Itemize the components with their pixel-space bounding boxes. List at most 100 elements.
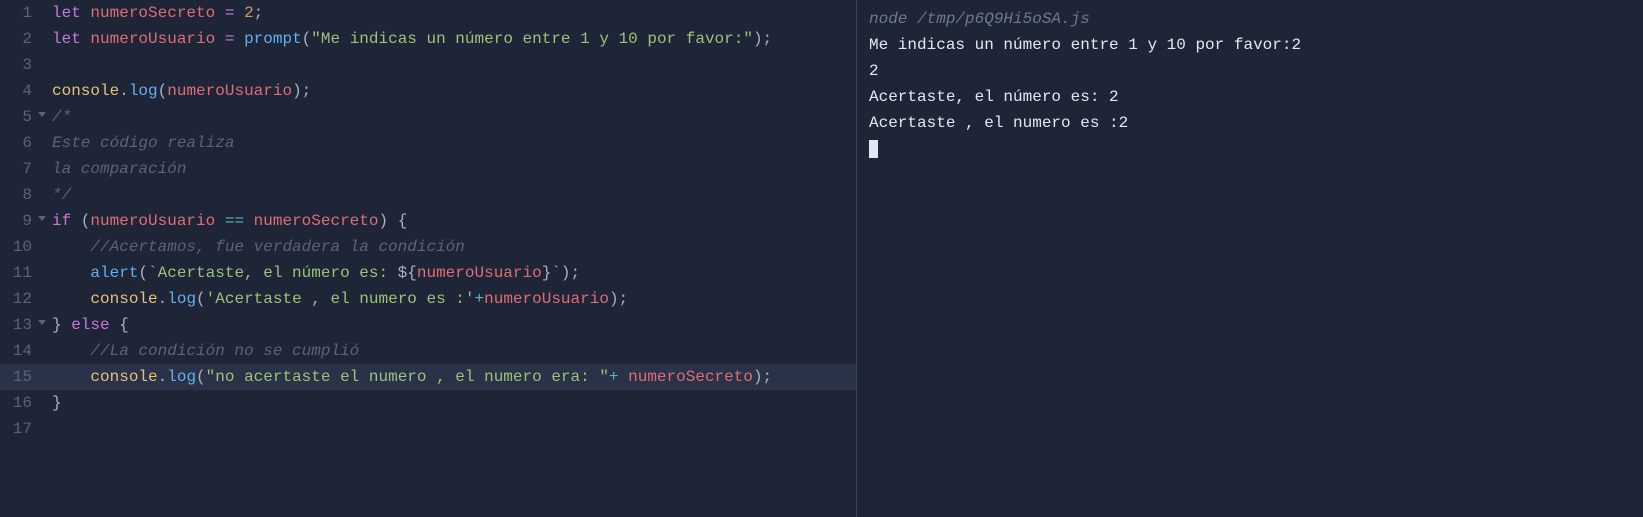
fold-toggle-icon[interactable] (38, 112, 46, 117)
code-token: la comparación (52, 160, 186, 178)
code-token: ${ (398, 264, 417, 282)
code-line[interactable]: 10 //Acertamos, fue verdadera la condici… (0, 234, 856, 260)
code-content[interactable]: let numeroUsuario = prompt("Me indicas u… (38, 26, 772, 52)
code-content[interactable]: console.log(numeroUsuario); (38, 78, 311, 104)
code-token: ); (292, 82, 311, 100)
code-content[interactable]: } (38, 390, 62, 416)
code-token: /* (52, 108, 71, 126)
code-token (52, 290, 90, 308)
console-command: node /tmp/p6Q9Hi5oSA.js (869, 6, 1631, 32)
code-line[interactable]: 11 alert(`Acertaste, el número es: ${num… (0, 260, 856, 286)
console-output-line: Me indicas un número entre 1 y 10 por fa… (869, 32, 1631, 58)
code-token: 'Acertaste , el numero es :' (206, 290, 475, 308)
code-token: ( (71, 212, 90, 230)
code-token: ); (609, 290, 628, 308)
code-content[interactable]: //La condición no se cumplió (38, 338, 359, 364)
code-line[interactable]: 14 //La condición no se cumplió (0, 338, 856, 364)
code-line[interactable]: 2let numeroUsuario = prompt("Me indicas … (0, 26, 856, 52)
code-token (234, 30, 244, 48)
code-token: . (119, 82, 129, 100)
code-content[interactable]: console.log('Acertaste , el numero es :'… (38, 286, 628, 312)
code-line[interactable]: 3 (0, 52, 856, 78)
code-token: ` (551, 264, 561, 282)
code-token: ( (196, 368, 206, 386)
code-line[interactable]: 6Este código realiza (0, 130, 856, 156)
code-token: let (52, 30, 90, 48)
code-token: log (167, 290, 196, 308)
code-line[interactable]: 16} (0, 390, 856, 416)
code-token: numeroUsuario (167, 82, 292, 100)
code-token: } (52, 394, 62, 412)
line-number: 15 (0, 364, 38, 390)
code-token: `Acertaste, el número es: (148, 264, 398, 282)
line-number: 12 (0, 286, 38, 312)
console-cursor-line (869, 136, 1631, 162)
cursor-icon (869, 140, 878, 158)
code-token: numeroSecreto (254, 212, 379, 230)
code-token: ( (138, 264, 148, 282)
code-content[interactable]: /* (38, 104, 71, 130)
code-content[interactable]: alert(`Acertaste, el número es: ${numero… (38, 260, 580, 286)
fold-toggle-icon[interactable] (38, 320, 46, 325)
code-token: alert (90, 264, 138, 282)
code-line[interactable]: 5/* (0, 104, 856, 130)
code-token: console (90, 368, 157, 386)
code-token: = (225, 30, 235, 48)
code-content[interactable]: } else { (38, 312, 129, 338)
code-token: log (129, 82, 158, 100)
code-line[interactable]: 8*/ (0, 182, 856, 208)
code-token: prompt (244, 30, 302, 48)
code-token: . (158, 290, 168, 308)
code-content[interactable]: let numeroSecreto = 2; (38, 0, 263, 26)
code-token: numeroUsuario (90, 212, 215, 230)
console-output-line: 2 (869, 58, 1631, 84)
code-token (52, 264, 90, 282)
code-token (215, 212, 225, 230)
code-token (215, 4, 225, 22)
code-token: 2 (244, 4, 254, 22)
code-token: ( (302, 30, 312, 48)
code-line[interactable]: 4console.log(numeroUsuario); (0, 78, 856, 104)
output-console-pane[interactable]: node /tmp/p6Q9Hi5oSA.js Me indicas un nú… (857, 0, 1643, 517)
line-number: 11 (0, 260, 38, 286)
code-token: numeroUsuario (417, 264, 542, 282)
code-content[interactable]: la comparación (38, 156, 186, 182)
code-token: else (71, 316, 109, 334)
code-editor-pane[interactable]: 1let numeroSecreto = 2;2let numeroUsuari… (0, 0, 857, 517)
line-number: 16 (0, 390, 38, 416)
code-token: ; (254, 4, 264, 22)
code-line[interactable]: 12 console.log('Acertaste , el numero es… (0, 286, 856, 312)
console-output-line: Acertaste , el numero es :2 (869, 110, 1631, 136)
code-content[interactable]: Este código realiza (38, 130, 234, 156)
code-content[interactable]: */ (38, 182, 71, 208)
code-token: ( (196, 290, 206, 308)
code-token: == (225, 212, 244, 230)
line-number: 7 (0, 156, 38, 182)
code-token (52, 238, 90, 256)
code-line[interactable]: 15 console.log("no acertaste el numero ,… (0, 364, 856, 390)
code-line[interactable]: 13} else { (0, 312, 856, 338)
line-number: 17 (0, 416, 38, 442)
code-token: } (542, 264, 552, 282)
code-token: numeroSecreto (90, 4, 215, 22)
code-line[interactable]: 7 la comparación (0, 156, 856, 182)
code-token: */ (52, 186, 71, 204)
code-token: { (110, 316, 129, 334)
code-token: } (52, 316, 71, 334)
line-number: 9 (0, 208, 38, 234)
fold-toggle-icon[interactable] (38, 216, 46, 221)
code-content[interactable]: //Acertamos, fue verdadera la condición (38, 234, 465, 260)
code-token: "Me indicas un número entre 1 y 10 por f… (311, 30, 753, 48)
code-token: numeroSecreto (628, 368, 753, 386)
code-content[interactable]: console.log("no acertaste el numero , el… (38, 364, 772, 390)
code-token (244, 212, 254, 230)
code-token: Este código realiza (52, 134, 234, 152)
code-token: if (52, 212, 71, 230)
code-content[interactable]: if (numeroUsuario == numeroSecreto) { (38, 208, 407, 234)
code-token: log (167, 368, 196, 386)
code-line[interactable]: 9if (numeroUsuario == numeroSecreto) { (0, 208, 856, 234)
code-line[interactable]: 17 (0, 416, 856, 442)
code-token (234, 4, 244, 22)
code-line[interactable]: 1let numeroSecreto = 2; (0, 0, 856, 26)
code-token (52, 368, 90, 386)
